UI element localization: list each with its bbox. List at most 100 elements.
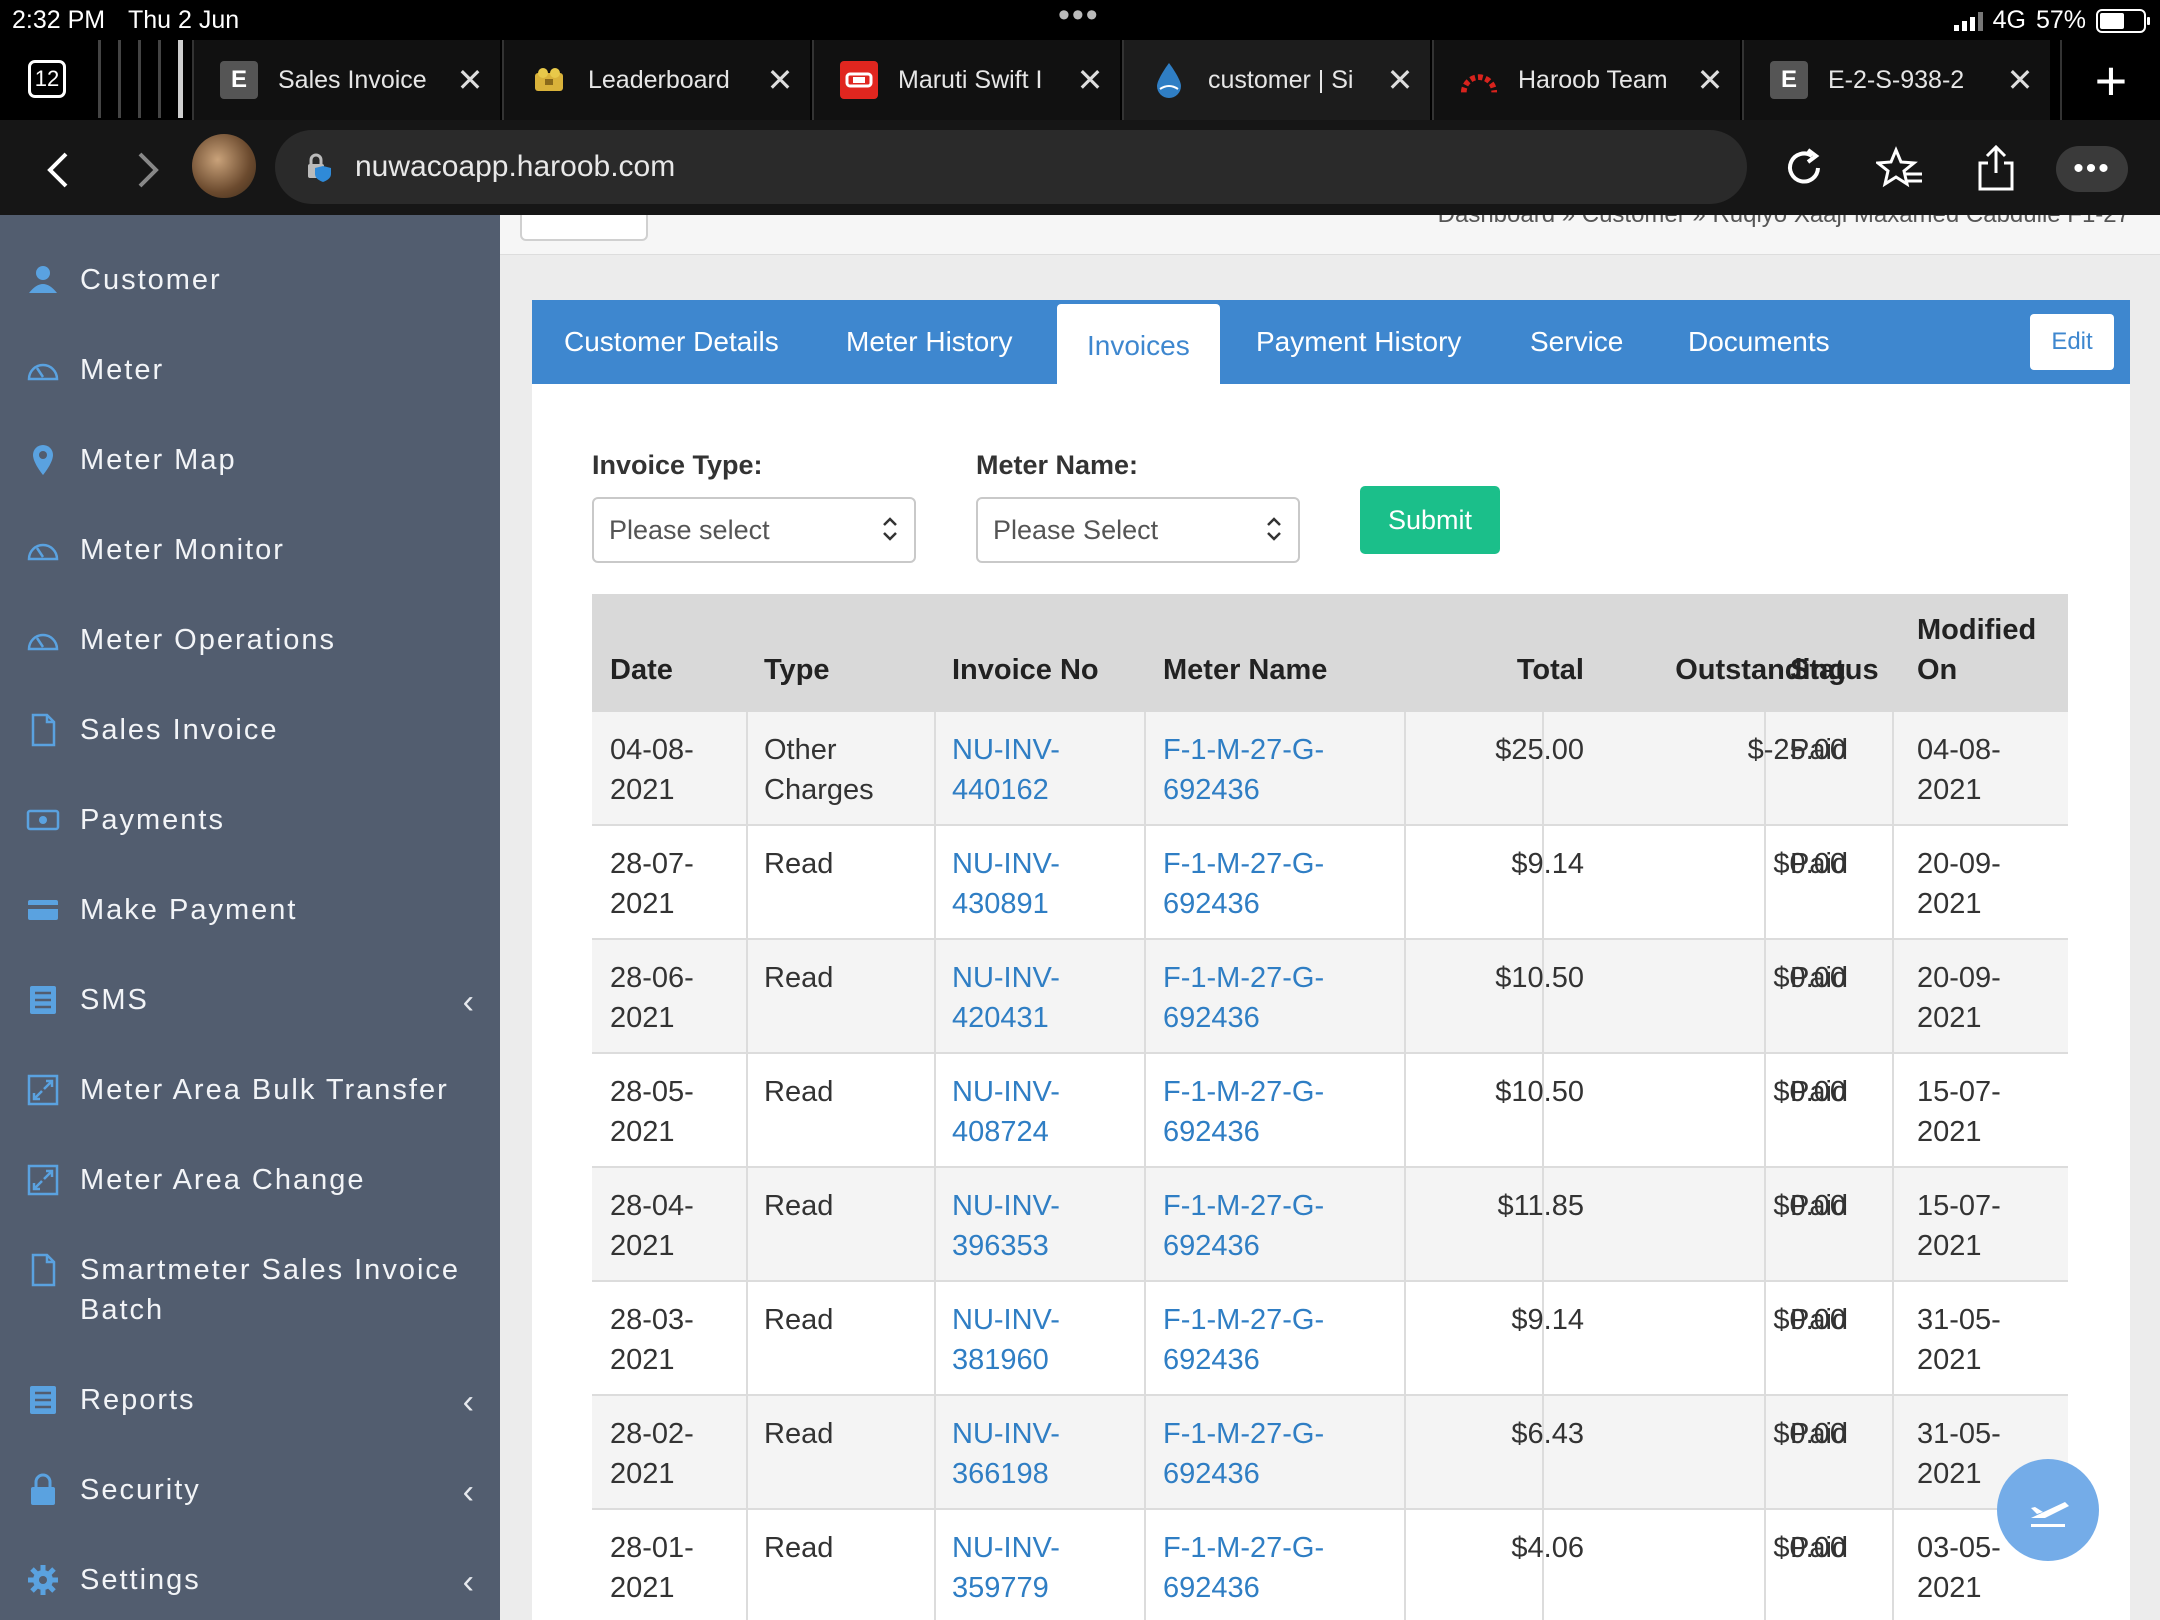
close-tab-icon[interactable]: ✕ (1060, 61, 1120, 99)
invoice-type-select[interactable]: Please select (592, 497, 916, 563)
close-tab-icon[interactable]: ✕ (1990, 61, 2050, 99)
sidebar-item-label-line1: Smartmeter Sales Invoice (80, 1254, 461, 1286)
table-header: Date Type Invoice No Meter Name Total Ou… (592, 594, 2068, 712)
cell-modified-on-line2: 2021 (1917, 1458, 1982, 1490)
close-tab-icon[interactable]: ✕ (750, 61, 810, 99)
invoice-link[interactable]: NU-INV- 430891 (952, 844, 1060, 924)
battery-label: 57% (2035, 6, 2086, 34)
forward-button[interactable] (118, 140, 178, 200)
header-button[interactable] (520, 215, 648, 241)
close-tab-icon[interactable]: ✕ (440, 61, 500, 99)
meter-link[interactable]: F-1-M-27-G- 692436 (1163, 1300, 1324, 1380)
column-divider (1892, 1168, 1894, 1282)
sidebar-item-customer[interactable]: Customer (0, 263, 500, 300)
tab-invoices[interactable]: Invoices (1057, 304, 1220, 386)
column-divider (1404, 1510, 1406, 1620)
meter-name-select[interactable]: Please Select (976, 497, 1300, 563)
tab-customer-details[interactable]: Customer Details (564, 300, 779, 384)
back-button[interactable] (28, 140, 88, 200)
invoice-link[interactable]: NU-INV- 396353 (952, 1186, 1060, 1266)
cell-total: $25.00 (1495, 734, 1584, 766)
sidebar-item-meter[interactable]: Meter (0, 353, 500, 390)
share-button[interactable] (1966, 138, 2026, 198)
reload-button[interactable] (1774, 138, 1834, 198)
sidebar-item-reports[interactable]: Reports ‹ (0, 1383, 500, 1421)
address-bar[interactable]: nuwacoapp.haroob.com (275, 130, 1747, 204)
browser-tab[interactable]: Haroob Team ✕ (1432, 40, 1740, 120)
browser-tab-strip: 12 E Sales Invoice ✕ Leaderboard ✕ Marut… (0, 40, 2160, 120)
sidebar-item-security[interactable]: Security ‹ (0, 1473, 500, 1511)
transfer-icon (27, 1074, 59, 1106)
cell-date-line1: 28-07- (610, 848, 694, 880)
invoice-link-line2: 440162 (952, 774, 1049, 806)
edit-button[interactable]: Edit (2030, 314, 2114, 370)
new-tab-button[interactable]: + (2060, 40, 2160, 120)
user-icon (29, 266, 57, 293)
trophy-icon (530, 61, 568, 99)
browser-tab-active[interactable]: customer | Si ✕ (1122, 40, 1430, 120)
close-tab-icon[interactable]: ✕ (1370, 61, 1430, 99)
sidebar-item-smartmeter-sales-invoice-batch[interactable]: Smartmeter Sales Invoice Batch (0, 1253, 500, 1330)
table-row: 04-08- 2021 Other Charges NU-INV- 440162 F-1-M… (592, 712, 2068, 826)
invoice-link[interactable]: NU-INV- 381960 (952, 1300, 1060, 1380)
cell-date: 28-06- 2021 (610, 958, 694, 1038)
tab-meter-history[interactable]: Meter History (846, 300, 1012, 384)
meter-link[interactable]: F-1-M-27-G- 692436 (1163, 844, 1324, 924)
cell-type-line1: Other (764, 734, 837, 766)
column-divider (1892, 712, 1894, 826)
meter-link[interactable]: F-1-M-27-G- 692436 (1163, 958, 1324, 1038)
table-row: 28-05- 2021 Read NU-INV- 408724 F-1-M-27-G- 69… (592, 1054, 2068, 1168)
meter-link[interactable]: F-1-M-27-G- 692436 (1163, 1072, 1324, 1152)
meter-link[interactable]: F-1-M-27-G- 692436 (1163, 1186, 1324, 1266)
sidebar-item-label: Meter Area Change (80, 1164, 366, 1196)
sidebar-item-meter-operations[interactable]: Meter Operations (0, 623, 500, 660)
browser-tab[interactable]: E Sales Invoice ✕ (192, 40, 500, 120)
column-divider (1892, 1510, 1894, 1620)
cell-modified-on-line1: 20-09- (1917, 962, 2001, 994)
sidebar-item-make-payment[interactable]: Make Payment (0, 893, 500, 930)
sidebar-item-meter-area-change[interactable]: Meter Area Change (0, 1163, 500, 1200)
meter-link[interactable]: F-1-M-27-G- 692436 (1163, 1528, 1324, 1608)
browser-tab[interactable]: Maruti Swift I ✕ (812, 40, 1120, 120)
invoice-link[interactable]: NU-INV- 440162 (952, 730, 1060, 810)
meter-link[interactable]: F-1-M-27-G- 692436 (1163, 730, 1324, 810)
cell-date: 28-02- 2021 (610, 1414, 694, 1494)
sidebar-item-label-line2: Batch (80, 1294, 165, 1326)
meter-link-line1: F-1-M-27-G- (1163, 1190, 1325, 1222)
column-divider (1144, 712, 1146, 826)
tab-documents[interactable]: Documents (1688, 300, 1830, 384)
close-tab-icon[interactable]: ✕ (1680, 61, 1740, 99)
sidebar-item-label: Payments (80, 804, 225, 836)
sidebar-item-sales-invoice[interactable]: Sales Invoice (0, 713, 500, 750)
sidebar-item-settings[interactable]: Settings ‹ (0, 1563, 500, 1601)
meter-link-line2: 692436 (1163, 1344, 1260, 1376)
sidebar-item-meter-area-bulk-transfer[interactable]: Meter Area Bulk Transfer (0, 1073, 500, 1110)
cell-status: Paid (1790, 734, 1849, 766)
invoice-link[interactable]: NU-INV- 359779 (952, 1528, 1060, 1608)
sidebar-item-meter-map[interactable]: Meter Map (0, 443, 500, 480)
sidebar-item-sms[interactable]: SMS ‹ (0, 983, 500, 1021)
profile-avatar[interactable] (192, 134, 256, 198)
tab-service[interactable]: Service (1530, 300, 1623, 384)
table-row: 28-06- 2021 Read NU-INV- 420431 F-1-M-27-G- 69… (592, 940, 2068, 1054)
cell-modified-on: 31-05- 2021 (1917, 1414, 2001, 1494)
browser-tab[interactable]: E E-2-S-938-2 ✕ (1742, 40, 2050, 120)
invoice-type-value: Please select (609, 515, 770, 545)
tab-payment-history[interactable]: Payment History (1256, 300, 1461, 384)
browser-tab[interactable]: Leaderboard ✕ (502, 40, 810, 120)
tab-count-button[interactable]: 12 (28, 60, 66, 98)
cell-modified-on-line2: 2021 (1917, 1572, 1982, 1604)
multitask-dots[interactable]: ••• (1058, 0, 1100, 35)
sidebar-item-meter-monitor[interactable]: Meter Monitor (0, 533, 500, 570)
more-menu-button[interactable]: ••• (2056, 146, 2128, 192)
floating-action-button[interactable] (1997, 1459, 2099, 1561)
sidebar-item-payments[interactable]: Payments (0, 803, 500, 840)
submit-button[interactable]: Submit (1360, 486, 1500, 554)
invoice-link[interactable]: NU-INV- 366198 (952, 1414, 1060, 1494)
sidebar-item-label: Meter (80, 354, 165, 386)
invoice-link[interactable]: NU-INV- 408724 (952, 1072, 1060, 1152)
meter-link[interactable]: F-1-M-27-G- 692436 (1163, 1414, 1324, 1494)
favorites-button[interactable] (1870, 138, 1930, 198)
column-divider (1144, 826, 1146, 940)
invoice-link[interactable]: NU-INV- 420431 (952, 958, 1060, 1038)
